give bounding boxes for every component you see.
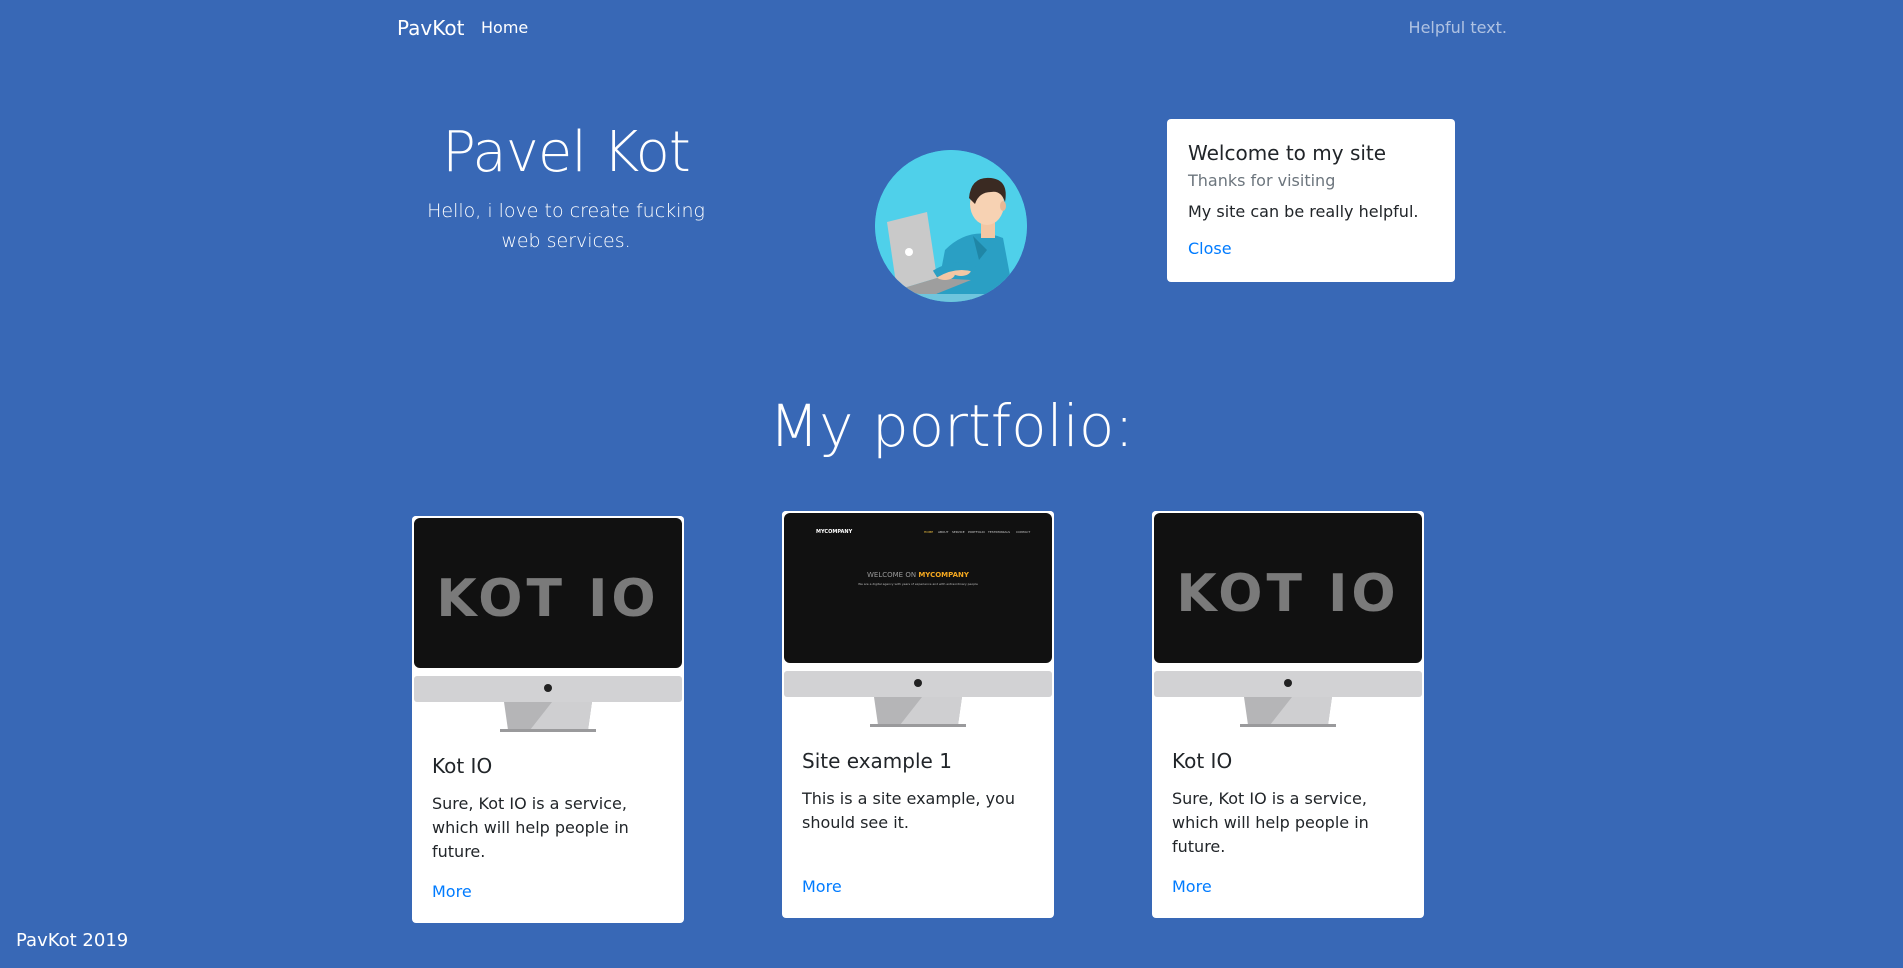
apple-logo-icon <box>1284 679 1292 687</box>
hero-name: Pavel Kot <box>442 120 691 185</box>
imac-mockup: KOT IO <box>1152 511 1424 737</box>
developer-illustration <box>875 150 1027 302</box>
screen-nav-item: HOME <box>924 530 933 534</box>
card-title: Kot IO <box>1172 749 1233 773</box>
helpful-text: Helpful text. <box>1408 18 1507 37</box>
screen-nav-item: TESTIMONIALS <box>987 530 1010 534</box>
portfolio-card-kot-io-2: KOT IO Kot IO Sure, Kot IO is a service,… <box>1152 511 1424 918</box>
more-link[interactable]: More <box>1172 877 1212 896</box>
screen-nav-item: SERVICE <box>952 530 965 534</box>
screen-brand: MYCOMPANY <box>816 529 853 535</box>
card-text: This is a site example, you should see i… <box>802 789 1015 832</box>
screen-nav-item: PORTFOLIO <box>968 530 986 534</box>
welcome-subtitle: Thanks for visiting <box>1188 171 1336 190</box>
screen-nav-item: CONTACT <box>1016 530 1030 534</box>
apple-logo-icon <box>914 679 922 687</box>
card-title: Site example 1 <box>802 749 952 773</box>
kot-io-screen-logo: KOT IO <box>1176 564 1399 624</box>
portfolio-card-site-example: MYCOMPANY HOME ABOUT SERVICE PORTFOLIO T… <box>782 511 1054 918</box>
footer-text: PavKot 2019 <box>16 930 129 951</box>
apple-logo-icon <box>544 684 552 692</box>
screen-tagline: We are a digital agency with years of ex… <box>858 582 978 586</box>
close-link[interactable]: Close <box>1188 239 1232 258</box>
brand-link[interactable]: PavKot <box>397 16 464 40</box>
navbar: PavKot Home Helpful text. <box>0 0 1903 56</box>
imac-mockup: KOT IO <box>412 516 684 742</box>
avatar <box>875 150 1027 302</box>
imac-mockup: MYCOMPANY HOME ABOUT SERVICE PORTFOLIO T… <box>782 511 1054 737</box>
portfolio-title: My portfolio: <box>769 392 1134 460</box>
portfolio-card-kot-io: KOT IO Kot IO Sure, Kot IO is a service,… <box>412 516 684 923</box>
screen-heading: WELCOME ON MYCOMPANY <box>867 571 970 579</box>
more-link[interactable]: More <box>802 877 842 896</box>
welcome-text: My site can be really helpful. <box>1188 202 1419 221</box>
hero-subtitle: Hello, i love to create fucking web serv… <box>427 200 705 252</box>
card-title: Kot IO <box>432 754 493 778</box>
more-link[interactable]: More <box>432 882 472 901</box>
screen-nav-item: ABOUT <box>938 530 949 534</box>
welcome-title: Welcome to my site <box>1188 141 1387 165</box>
card-text: Sure, Kot IO is a service, which will he… <box>432 794 629 861</box>
kot-io-screen-logo: KOT IO <box>436 569 659 629</box>
card-text: Sure, Kot IO is a service, which will he… <box>1172 789 1369 856</box>
welcome-card: Welcome to my site Thanks for visiting M… <box>1167 119 1455 282</box>
nav-home-link[interactable]: Home <box>481 18 528 37</box>
